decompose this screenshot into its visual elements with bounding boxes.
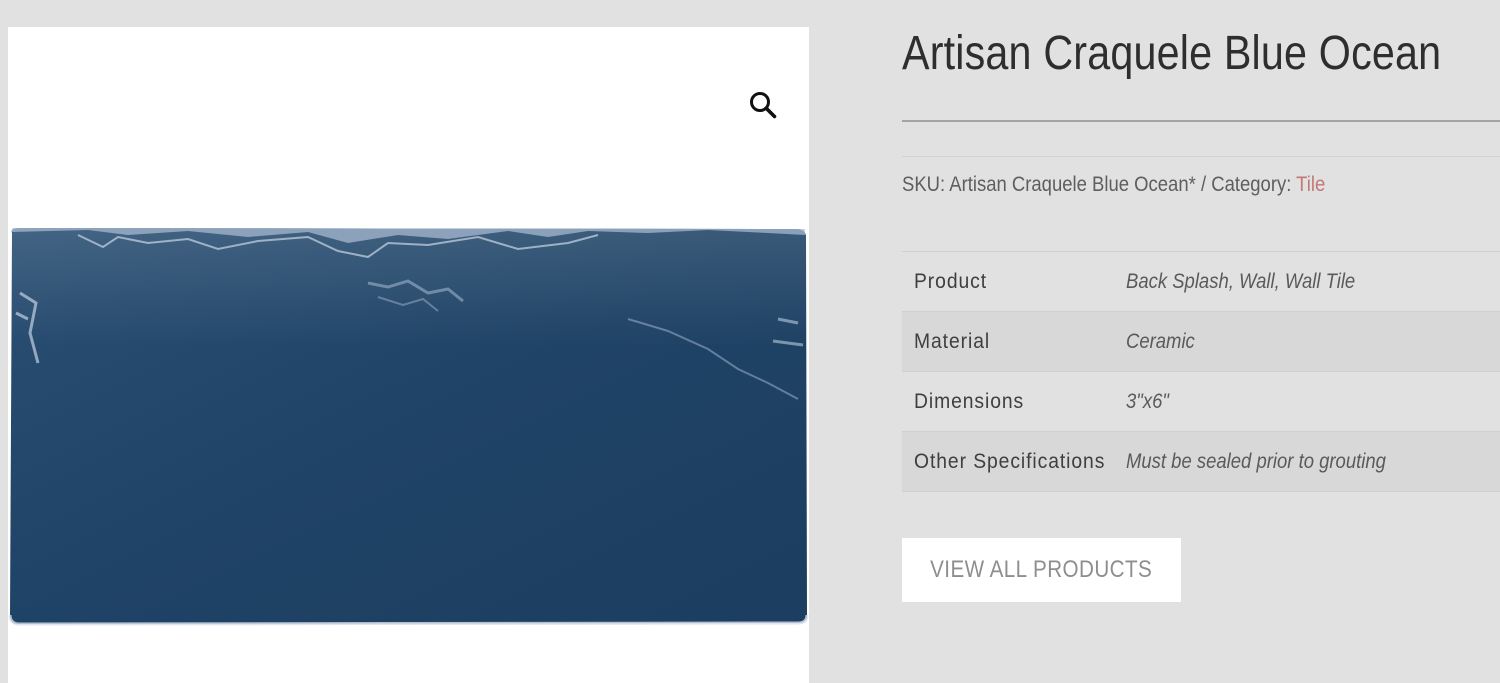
spec-value: 3"x6": [1126, 389, 1169, 413]
category-link[interactable]: Tile: [1296, 173, 1325, 196]
sku-value: Artisan Craquele Blue Ocean*: [949, 173, 1196, 196]
spec-label: Product: [914, 269, 988, 293]
category-label: Category:: [1211, 173, 1292, 196]
product-title: Artisan Craquele Blue Ocean: [902, 27, 1442, 80]
product-summary: Artisan Craquele Blue Ocean SKU: Artisan…: [902, 0, 1500, 683]
spec-table: Product Back Splash, Wall, Wall Tile Mat…: [902, 251, 1500, 492]
view-all-products-label: VIEW ALL PRODUCTS: [930, 556, 1153, 583]
product-meta: SKU: Artisan Craquele Blue Ocean* / Cate…: [902, 173, 1325, 197]
spec-value: Must be sealed prior to grouting: [1126, 449, 1386, 473]
spec-label: Dimensions: [914, 389, 1025, 413]
spec-label: Material: [914, 329, 991, 353]
spec-row: Dimensions 3"x6": [902, 371, 1500, 432]
meta-separator: /: [1200, 173, 1207, 196]
spec-row: Product Back Splash, Wall, Wall Tile: [902, 251, 1500, 312]
spec-row: Other Specifications Must be sealed prio…: [902, 431, 1500, 492]
view-all-products-button[interactable]: VIEW ALL PRODUCTS: [902, 538, 1181, 602]
magnifier-icon: [750, 92, 777, 119]
product-gallery: [8, 27, 809, 683]
title-divider: [902, 120, 1500, 122]
spec-label: Other Specifications: [914, 449, 1106, 473]
spec-row: Material Ceramic: [902, 311, 1500, 372]
spec-value: Ceramic: [1126, 329, 1195, 353]
meta-divider: [902, 156, 1500, 157]
product-image-tile[interactable]: [8, 223, 809, 627]
sku-label: SKU:: [902, 173, 946, 196]
product-page: Artisan Craquele Blue Ocean SKU: Artisan…: [0, 0, 1500, 683]
spec-value: Back Splash, Wall, Wall Tile: [1126, 269, 1356, 293]
zoom-button[interactable]: [741, 83, 785, 127]
